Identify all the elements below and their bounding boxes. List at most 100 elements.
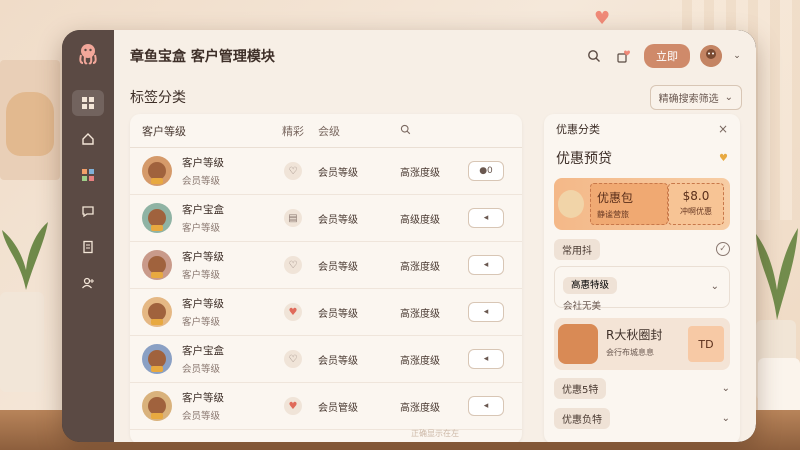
row-action-button[interactable]: ◂	[468, 302, 504, 322]
chevron-down-icon[interactable]: ⌄	[722, 413, 730, 424]
chevron-down-icon[interactable]: ⌄	[722, 383, 730, 394]
chevron-down-icon[interactable]: ⌄	[732, 46, 742, 66]
notification-heart-icon[interactable]	[614, 46, 634, 66]
column-header-b[interactable]: 会级	[312, 123, 400, 139]
book-icon[interactable]: ▤	[284, 209, 302, 227]
row-status: 高涨度级	[400, 355, 440, 367]
row-status: 高级度级	[400, 214, 440, 226]
coupon-option-row-2[interactable]: 优惠5特 ⌄	[554, 376, 730, 400]
avatar-bow	[151, 366, 163, 372]
heart-outline-icon[interactable]: ♡	[284, 162, 302, 180]
coupon-expand-box[interactable]: 高惠特级 会社无美 ⌄	[554, 266, 730, 312]
table-row[interactable]: 客户宝盒 客户等级 ▤ 会员等级 高级度级 ◂	[130, 195, 522, 242]
filter-label: 精确搜索筛选	[658, 93, 719, 105]
tablet-frame: 章鱼宝盒 客户管理模块 立即 ⌄ 标签分类 精确搜索筛选 ⌄ 客户等级 精彩 会…	[62, 30, 756, 442]
coupon-panel: 优惠分类 × 优惠预贷 ♥ 优惠包 静谧营旅 $8.0 冲啊优惠 常用抖 ✓ 高…	[544, 114, 740, 442]
user-add-icon	[82, 277, 94, 289]
toy-image	[558, 190, 584, 218]
nav-dashboard[interactable]	[72, 90, 104, 116]
login-button[interactable]: 立即	[644, 44, 690, 68]
column-header-name[interactable]: 客户等级	[130, 123, 274, 139]
table-row[interactable]: 客户等级 会员等级 ♡ 会员等级 高涨度级 ●0	[130, 148, 522, 195]
nav-apps[interactable]	[72, 162, 104, 188]
customer-name: 客户等级	[182, 392, 224, 404]
heart-icon[interactable]: ♥	[284, 397, 302, 415]
grid-icon	[82, 97, 94, 109]
avatar-bow	[151, 272, 163, 278]
coupon-option-row[interactable]: 常用抖 ✓	[554, 236, 730, 262]
customer-subtitle: 会员等级	[182, 411, 221, 422]
background-cup	[758, 358, 800, 418]
customer-avatar	[142, 391, 172, 421]
member-level: 会员等级	[318, 167, 358, 179]
customer-subtitle: 会员等级	[182, 364, 221, 375]
coupon-title: 优惠包	[597, 191, 634, 205]
table-search-icon[interactable]	[400, 124, 420, 138]
avatar-bow	[151, 178, 163, 184]
column-header-a[interactable]: 精彩	[274, 123, 312, 139]
row-avatar-cell	[130, 344, 182, 374]
customer-name: 客户等级	[182, 298, 224, 310]
cookie-image	[558, 324, 598, 364]
row-status: 高涨度级	[400, 167, 440, 179]
row-avatar-cell	[130, 391, 182, 421]
row-action-button[interactable]: ◂	[468, 396, 504, 416]
row-name-cell: 客户宝盒 会员等级	[182, 343, 274, 375]
avatar-bow	[151, 319, 163, 325]
row-icon-cell: ♥	[274, 397, 312, 415]
customer-avatar	[142, 344, 172, 374]
table-row[interactable]: 客户等级 客户等级 ♡ 会员等级 高涨度级 ◂	[130, 242, 522, 289]
document-icon	[83, 240, 93, 254]
search-icon[interactable]	[584, 46, 604, 66]
row-action-cell: ◂	[468, 208, 518, 228]
top-bar: 章鱼宝盒 客户管理模块 立即 ⌄	[114, 30, 756, 82]
close-icon[interactable]: ×	[718, 122, 728, 136]
heart-icon[interactable]: ♥	[284, 303, 302, 321]
table-row[interactable]: 客户等级 会员等级 ♥ 会员管级 高涨度级 ◂	[130, 383, 522, 430]
home-indicator: 正确显示在左	[411, 429, 459, 438]
background-plant-left	[2, 222, 48, 290]
heart-outline-icon[interactable]: ♡	[284, 256, 302, 274]
coupon-card[interactable]: 优惠包 静谧营旅	[590, 183, 668, 225]
row-icon-cell: ♡	[274, 162, 312, 180]
sidebar	[62, 30, 114, 442]
row-action-button[interactable]: ◂	[468, 255, 504, 275]
coupon-option-row-3[interactable]: 优惠负特 ⌄	[554, 406, 730, 430]
member-level: 会员等级	[318, 214, 358, 226]
promo2-title: R大秋圈封	[606, 328, 663, 342]
promo-banner-2[interactable]: R大秋圈封 会行布城息息 TD	[554, 318, 730, 370]
nav-home[interactable]	[72, 126, 104, 152]
table-row[interactable]: 客户等级 客户等级 ♥ 会员等级 高涨度级 ◂	[130, 289, 522, 336]
promo2-subtitle: 会行布城息息	[606, 348, 654, 357]
user-avatar[interactable]	[700, 45, 722, 67]
small-heart-icon: ♥	[719, 152, 728, 164]
promo-banner[interactable]: 优惠包 静谧营旅 $8.0 冲啊优惠	[554, 178, 730, 230]
table-row[interactable]: 客户宝盒 会员等级 ♡ 会员等级 高涨度级 ◂	[130, 336, 522, 383]
coupon-expand-chip: 高惠特级	[563, 277, 618, 294]
background-teddy-bear	[6, 92, 54, 156]
filter-dropdown[interactable]: 精确搜索筛选 ⌄	[649, 84, 742, 110]
check-icon[interactable]: ✓	[716, 242, 730, 256]
row-name-cell: 客户等级 会员等级	[182, 155, 274, 187]
row-icon-cell: ♥	[274, 303, 312, 321]
price-coupon[interactable]: $8.0 冲啊优惠	[668, 183, 724, 225]
row-action-cell: ◂	[468, 255, 518, 275]
nav-documents[interactable]	[72, 234, 104, 260]
heart-outline-icon[interactable]: ♡	[284, 350, 302, 368]
table-body: 客户等级 会员等级 ♡ 会员等级 高涨度级 ●0 客户宝盒 客户等级 ▤ 会员等…	[130, 148, 522, 430]
customer-avatar	[142, 203, 172, 233]
row-action-button[interactable]: ◂	[468, 208, 504, 228]
chevron-down-icon[interactable]: ⌄	[711, 281, 719, 292]
background-plant-right	[756, 228, 798, 320]
customer-avatar	[142, 156, 172, 186]
coupon-option-chip-2: 优惠5特	[554, 377, 607, 399]
row-avatar-cell	[130, 297, 182, 327]
page-header: 标签分类 精确搜索筛选 ⌄	[130, 84, 742, 110]
row-avatar-cell	[130, 156, 182, 186]
nav-users[interactable]	[72, 270, 104, 296]
row-action-button[interactable]: ◂	[468, 349, 504, 369]
row-action-button[interactable]: ●0	[468, 161, 504, 181]
coupon-price: $8.0	[682, 189, 710, 203]
customer-name: 客户宝盒	[182, 204, 224, 216]
nav-messages[interactable]	[72, 198, 104, 224]
